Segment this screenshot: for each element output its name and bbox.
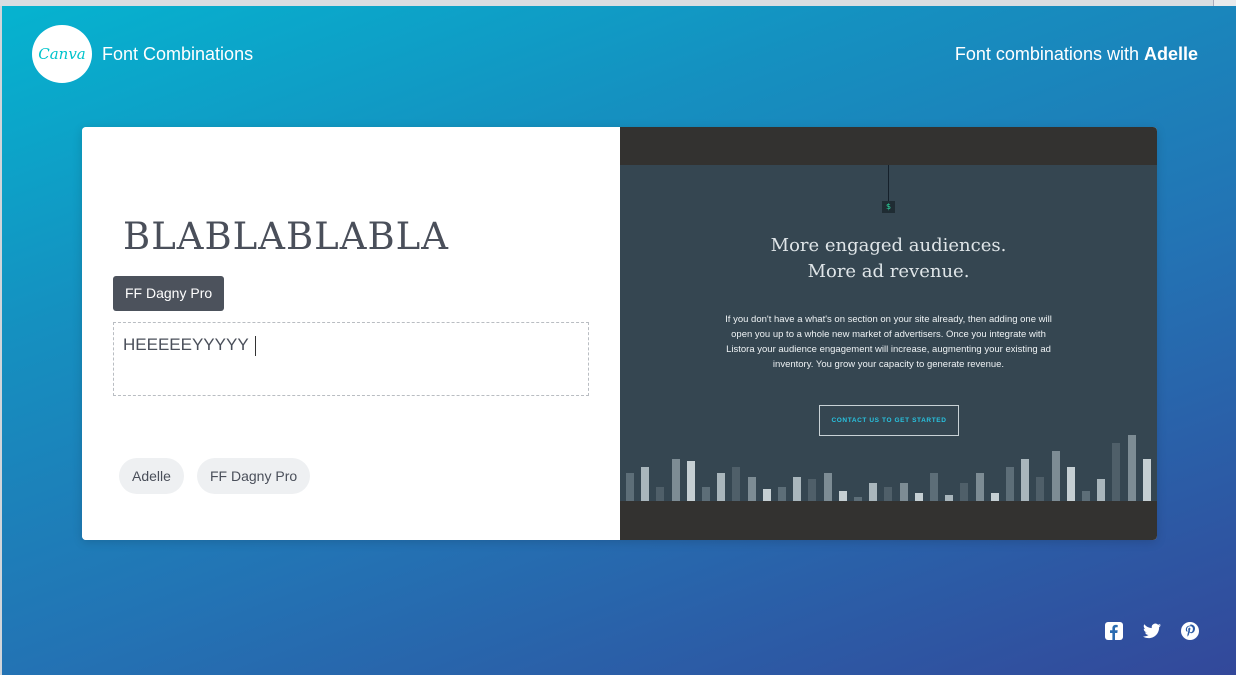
skyline-bar bbox=[717, 473, 726, 501]
skyline-bar bbox=[1021, 459, 1030, 501]
pinterest-icon[interactable] bbox=[1180, 621, 1199, 640]
skyline-bar bbox=[990, 493, 999, 501]
skyline-bar bbox=[686, 461, 695, 501]
skyline-bar bbox=[1066, 467, 1075, 501]
skyline-bar bbox=[930, 473, 938, 501]
skyline-bar bbox=[747, 477, 756, 501]
font-combination-card: BLABLABLABLA FF Dagny Pro HEEEEEYYYYY Ad… bbox=[82, 127, 1157, 540]
skyline-bar bbox=[869, 483, 878, 501]
preview-image: $ More engaged audiences. More ad revenu… bbox=[620, 165, 1157, 501]
preview-pane: $ More engaged audiences. More ad revenu… bbox=[620, 127, 1157, 540]
body-text-content: HEEEEEYYYYY bbox=[123, 335, 249, 354]
header-subtitle-prefix: Font combinations with bbox=[954, 44, 1144, 64]
skyline-bar bbox=[975, 473, 984, 501]
skyline-bar bbox=[960, 483, 969, 501]
skyline-bar bbox=[793, 477, 802, 501]
body-text-input[interactable]: HEEEEEYYYYY bbox=[113, 322, 589, 396]
facebook-icon[interactable] bbox=[1104, 621, 1123, 640]
skyline-graphic bbox=[620, 165, 1157, 501]
text-caret bbox=[254, 335, 256, 356]
skyline-bar bbox=[808, 479, 817, 501]
headline-text[interactable]: BLABLABLABLA bbox=[123, 215, 449, 258]
skyline-bar bbox=[1036, 477, 1045, 501]
skyline-bar bbox=[671, 459, 680, 501]
skyline-bar bbox=[945, 495, 954, 501]
body-text-value: HEEEEEYYYYY bbox=[123, 335, 256, 356]
font-pill-heading[interactable]: Adelle bbox=[119, 458, 184, 494]
skyline-bar bbox=[656, 487, 665, 501]
canva-logo[interactable]: Canva bbox=[32, 25, 92, 83]
editor-pane: BLABLABLABLA FF Dagny Pro HEEEEEYYYYY Ad… bbox=[82, 127, 620, 540]
font-pill-body[interactable]: FF Dagny Pro bbox=[197, 458, 311, 494]
skyline-bar bbox=[1082, 491, 1090, 501]
body-font-tag[interactable]: FF Dagny Pro bbox=[113, 276, 225, 311]
skyline-bar bbox=[1112, 443, 1121, 501]
skyline-bar bbox=[1051, 451, 1060, 501]
skyline-bar bbox=[823, 473, 832, 501]
page-title: Font Combinations bbox=[102, 44, 254, 64]
skyline-bar bbox=[914, 493, 923, 501]
skyline-bar bbox=[854, 497, 862, 501]
skyline-bar bbox=[641, 467, 650, 501]
skyline-bar bbox=[702, 487, 710, 501]
skyline-bar bbox=[626, 473, 634, 501]
header: Canva Font Combinations Font combination… bbox=[0, 0, 1236, 110]
skyline-bar bbox=[778, 487, 786, 501]
skyline-bar bbox=[762, 489, 771, 501]
logo-text: Canva bbox=[38, 45, 86, 63]
header-font-name: Adelle bbox=[1143, 44, 1198, 64]
skyline-bar bbox=[1127, 435, 1136, 501]
header-subtitle: Font combinations with Adelle bbox=[955, 44, 1198, 65]
skyline-bar bbox=[884, 487, 893, 501]
skyline-bar bbox=[732, 467, 741, 501]
skyline-bar bbox=[1142, 459, 1151, 501]
twitter-icon[interactable] bbox=[1142, 621, 1161, 640]
skyline-bar bbox=[838, 491, 847, 501]
skyline-bar bbox=[1006, 467, 1014, 501]
skyline-bar bbox=[1097, 479, 1106, 501]
skyline-bar bbox=[899, 483, 908, 501]
